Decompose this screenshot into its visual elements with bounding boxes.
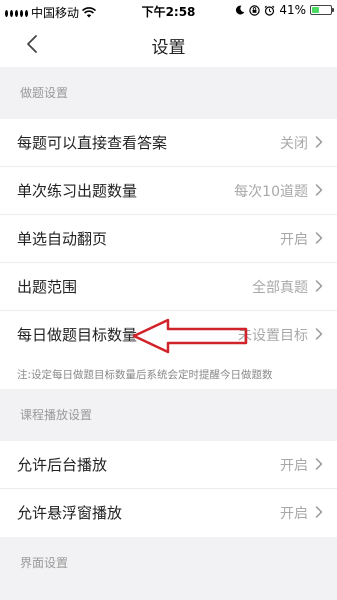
row-value: 开启: [280, 506, 308, 522]
row-label: 允许悬浮窗播放: [17, 504, 123, 522]
chevron-right-icon: [315, 458, 323, 470]
annotation-arrow-icon: [132, 318, 248, 354]
row-background-play[interactable]: 允许后台播放 开启: [0, 441, 337, 489]
chevron-right-icon: [315, 506, 323, 518]
battery-level: [312, 7, 319, 13]
row-auto-flip[interactable]: 单选自动翻页 开启: [0, 215, 337, 263]
row-value: 全部真题: [252, 280, 308, 296]
settings-screen: 中国移动 下午2:58 41% 设置 做题设置 每题可以直接查看答案 关闭 单次…: [0, 0, 337, 600]
row-scope[interactable]: 出题范围 全部真题: [0, 263, 337, 311]
row-label: 允许后台播放: [17, 456, 108, 474]
section-header-question: 做题设置: [0, 67, 337, 115]
status-bar: 中国移动 下午2:58 41%: [0, 0, 337, 22]
battery-percent: 41%: [279, 3, 306, 17]
row-label: 出题范围: [17, 278, 78, 296]
section-title-course: 课程播放设置: [20, 408, 93, 422]
row-floating-play[interactable]: 允许悬浮窗播放 开启: [0, 489, 337, 537]
chevron-right-icon: [315, 232, 323, 244]
chevron-right-icon: [315, 136, 323, 148]
row-label: 单选自动翻页: [17, 230, 108, 248]
battery-icon: [310, 5, 334, 15]
row-value: 每次10道题: [234, 184, 308, 200]
chevron-right-icon: [315, 184, 323, 196]
row-label: 每题可以直接查看答案: [17, 134, 168, 152]
row-label: 每日做题目标数量: [17, 326, 138, 344]
row-value: 开启: [280, 458, 308, 474]
alarm-icon: [264, 5, 275, 16]
section-title-question: 做题设置: [20, 86, 69, 100]
section-header-interface: 界面设置: [0, 537, 337, 585]
section-title-interface: 界面设置: [20, 556, 69, 570]
row-value: 关闭: [280, 136, 308, 152]
row-view-answer[interactable]: 每题可以直接查看答案 关闭: [0, 119, 337, 167]
status-right: 41%: [235, 3, 334, 17]
page-title: 设置: [151, 38, 186, 58]
daily-goal-note: 注:设定每日做题目标数量后系统会定时提醒今日做题数: [0, 359, 337, 389]
row-practice-count[interactable]: 单次练习出题数量 每次10道题: [0, 167, 337, 215]
moon-icon: [236, 5, 245, 15]
section-header-course: 课程播放设置: [0, 389, 337, 437]
note-text: 注:设定每日做题目标数量后系统会定时提醒今日做题数: [17, 369, 273, 381]
row-label: 单次练习出题数量: [17, 182, 138, 200]
chevron-right-icon: [315, 280, 323, 292]
nav-bar: 设置: [0, 22, 337, 67]
orientation-lock-icon: [249, 4, 261, 16]
chevron-right-icon: [315, 328, 323, 340]
row-value: 开启: [280, 232, 308, 248]
